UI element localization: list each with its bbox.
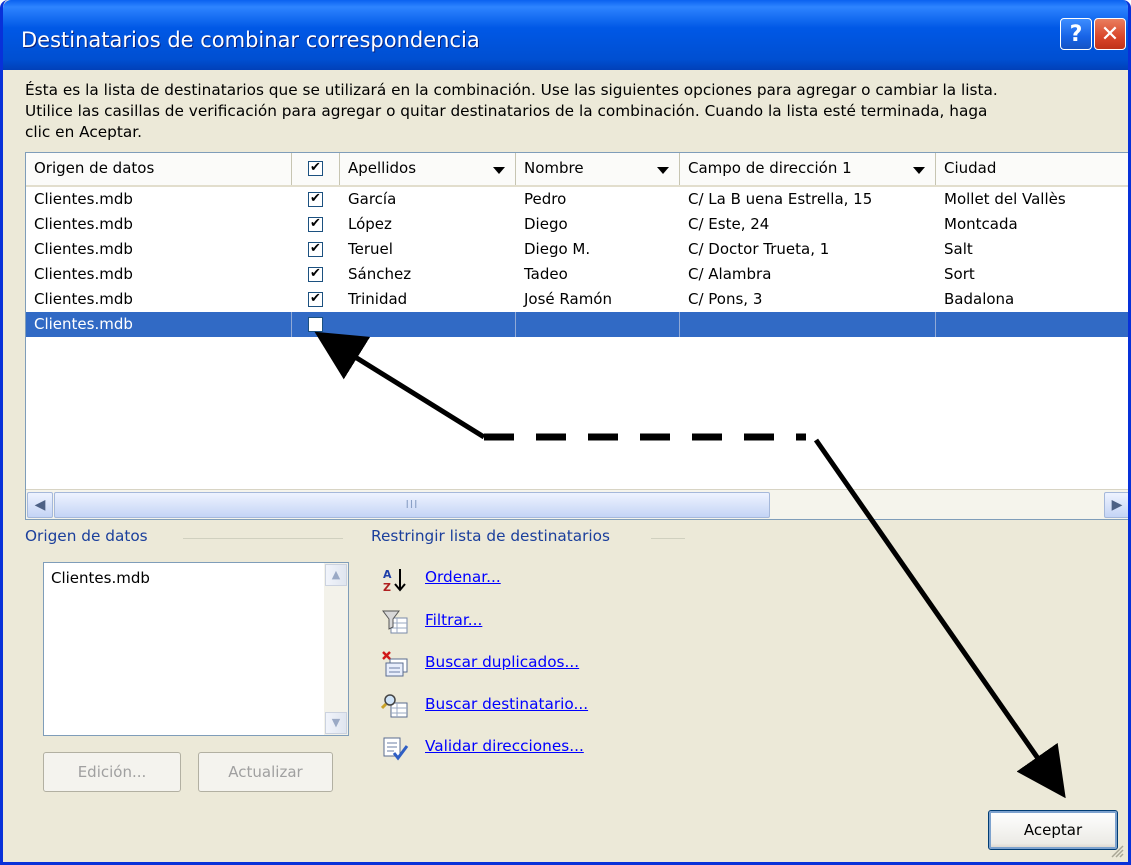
annotation-overlay xyxy=(314,331,1066,799)
annotation-arrow-to-checkbox xyxy=(314,331,486,440)
annotation-arrow-to-ok xyxy=(813,438,1066,799)
